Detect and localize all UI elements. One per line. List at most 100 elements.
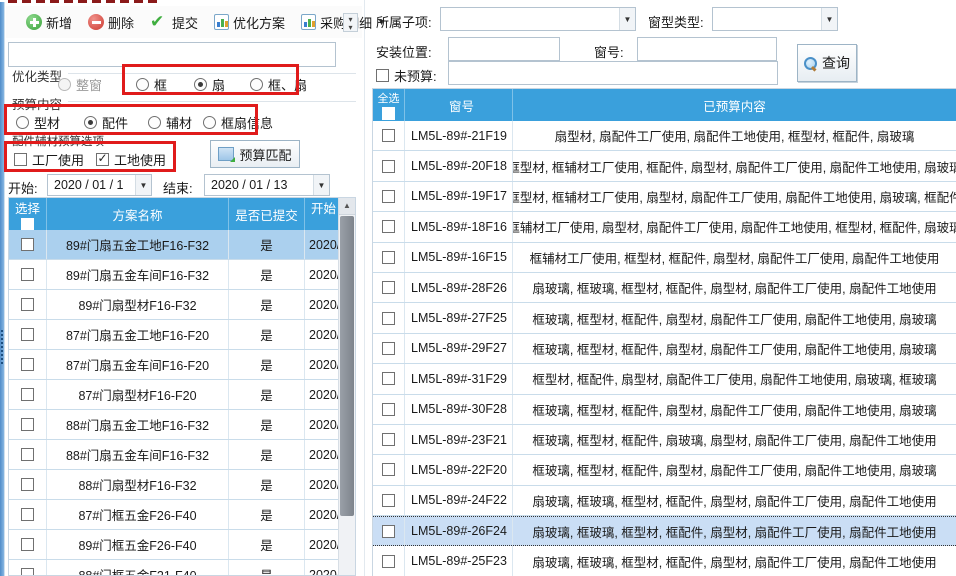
chevron-down-icon[interactable]: ▼ [313, 175, 329, 195]
row-checkbox[interactable] [382, 312, 395, 325]
submit-button[interactable]: ✔ 提交 [144, 9, 204, 36]
toolbar-overflow-button[interactable]: ▾▾ [343, 13, 358, 32]
date-start-picker[interactable]: 2020 / 01 / 1 ▼ [47, 174, 152, 196]
window-table-row[interactable]: LM5L-89#-20F18 框型材, 框辅材工厂使用, 框配件, 扇型材, 扇… [373, 151, 956, 181]
window-table-row[interactable]: LM5L-89#-19F17 框型材, 框辅材工厂使用, 扇型材, 扇配件工厂使… [373, 182, 956, 212]
budgeted-content-cell: 框型材, 框配件, 扇型材, 扇配件工厂使用, 扇配件工地使用, 扇玻璃, 框玻… [513, 364, 956, 393]
row-checkbox[interactable] [21, 238, 34, 251]
row-checkbox[interactable] [382, 281, 395, 294]
no-budget-checkbox[interactable]: 未预算: [376, 66, 437, 85]
row-select-cell [9, 500, 47, 529]
row-select-cell [373, 517, 405, 545]
row-checkbox[interactable] [21, 538, 34, 551]
submit-button-label: 提交 [172, 13, 198, 32]
chevron-down-icon[interactable]: ▼ [135, 175, 151, 195]
plan-name-cell: 88#门扇五金工地F16-F32 [47, 410, 229, 439]
row-checkbox[interactable] [21, 418, 34, 431]
window-table-row[interactable]: LM5L-89#-29F27 框玻璃, 框型材, 框配件, 扇型材, 扇配件工厂… [373, 334, 956, 364]
scrollbar-thumb[interactable] [340, 216, 354, 516]
row-checkbox[interactable] [382, 463, 395, 476]
select-all-checkbox[interactable] [21, 218, 34, 230]
install-position-input[interactable] [448, 37, 560, 61]
window-table-row[interactable]: LM5L-89#-24F22 扇玻璃, 框玻璃, 框型材, 框配件, 扇型材, … [373, 486, 956, 516]
plan-table-row[interactable]: 87#门框五金F26-F40 是 2020/0 [9, 500, 338, 530]
window-table-row[interactable]: LM5L-89#-23F21 框玻璃, 框型材, 框配件, 扇玻璃, 扇型材, … [373, 425, 956, 455]
query-button[interactable]: 查询 [797, 44, 857, 82]
scrollbar-up-arrow[interactable]: ▲ [339, 198, 355, 215]
plan-table-row[interactable]: 89#门扇五金工地F16-F32 是 2020/0 [9, 230, 338, 260]
window-table-row[interactable]: LM5L-89#-30F28 框玻璃, 框型材, 框配件, 扇型材, 扇配件工厂… [373, 395, 956, 425]
select-all-checkbox[interactable] [382, 107, 395, 120]
row-checkbox[interactable] [382, 190, 395, 203]
row-checkbox[interactable] [382, 220, 395, 233]
plan-header-submitted[interactable]: 是否已提交 [229, 198, 305, 230]
window-header-no[interactable]: 窗号 [405, 89, 513, 121]
plan-table-row[interactable]: 87#门扇型材F16-F20 是 2020/0 [9, 380, 338, 410]
no-budget-input[interactable] [448, 61, 778, 85]
row-checkbox[interactable] [382, 342, 395, 355]
row-checkbox[interactable] [382, 129, 395, 142]
window-table-row[interactable]: LM5L-89#-26F24 扇玻璃, 框玻璃, 框型材, 框配件, 扇型材, … [373, 516, 956, 546]
clipped-window-title [8, 0, 158, 3]
row-checkbox[interactable] [21, 478, 34, 491]
plan-header-start[interactable]: 开始 [305, 198, 338, 230]
sub-item-select[interactable]: ▼ [440, 7, 636, 31]
delete-button[interactable]: 删除 [82, 9, 140, 36]
plan-table-row[interactable]: 88#门框五金F21-F40 是 2020/0 [9, 560, 338, 575]
row-checkbox[interactable] [21, 388, 34, 401]
window-table-row[interactable]: LM5L-89#-28F26 扇玻璃, 框玻璃, 框型材, 框配件, 扇型材, … [373, 273, 956, 303]
window-table-row[interactable]: LM5L-89#-31F29 框型材, 框配件, 扇型材, 扇配件工厂使用, 扇… [373, 364, 956, 394]
plan-table-row[interactable]: 89#门框五金F26-F40 是 2020/0 [9, 530, 338, 560]
plan-table-row[interactable]: 89#门扇型材F16-F32 是 2020/0 [9, 290, 338, 320]
optimize-plan-button[interactable]: 优化方案 [208, 9, 291, 36]
window-table-row[interactable]: LM5L-89#-27F25 框玻璃, 框型材, 框配件, 扇型材, 扇配件工厂… [373, 303, 956, 333]
row-checkbox[interactable] [382, 433, 395, 446]
plan-header-name[interactable]: 方案名称 [47, 198, 229, 230]
budget-match-button[interactable]: 预算匹配 [210, 140, 300, 168]
row-checkbox[interactable] [382, 372, 395, 385]
plan-table-row[interactable]: 89#门扇五金车间F16-F32 是 2020/0 [9, 260, 338, 290]
plan-submitted-cell: 是 [229, 260, 305, 289]
chevron-down-icon[interactable]: ▼ [619, 8, 635, 30]
plan-name-cell: 89#门扇五金工地F16-F32 [47, 230, 229, 259]
row-checkbox[interactable] [382, 525, 395, 538]
budget-match-label: 预算匹配 [239, 145, 291, 164]
window-header-content[interactable]: 已预算内容 [513, 89, 956, 121]
plan-table-row[interactable]: 87#门扇五金车间F16-F20 是 2020/0 [9, 350, 338, 380]
collapsed-side-splitter[interactable] [0, 2, 5, 576]
add-button[interactable]: 新增 [20, 9, 78, 36]
plan-table-row[interactable]: 88#门扇五金工地F16-F32 是 2020/0 [9, 410, 338, 440]
plan-table-row[interactable]: 88#门扇型材F16-F32 是 2020/0 [9, 470, 338, 500]
groupbox-line [68, 101, 356, 102]
window-table-row[interactable]: LM5L-89#-18F16 框辅材工厂使用, 扇型材, 扇配件工厂使用, 扇配… [373, 212, 956, 242]
row-checkbox[interactable] [21, 358, 34, 371]
row-checkbox[interactable] [21, 448, 34, 461]
window-table-row[interactable]: LM5L-89#-25F23 扇玻璃, 框玻璃, 框型材, 框配件, 扇型材, … [373, 546, 956, 576]
plan-table-row[interactable]: 88#门扇五金车间F16-F32 是 2020/0 [9, 440, 338, 470]
plan-table-scrollbar[interactable]: ▲ [338, 198, 355, 575]
row-select-cell [9, 380, 47, 409]
row-checkbox[interactable] [21, 328, 34, 341]
row-select-cell [373, 395, 405, 424]
window-no-cell: LM5L-89#-23F21 [405, 425, 513, 454]
row-checkbox[interactable] [382, 494, 395, 507]
window-table-row[interactable]: LM5L-89#-21F19 扇型材, 扇配件工厂使用, 扇配件工地使用, 框型… [373, 121, 956, 151]
date-end-picker[interactable]: 2020 / 01 / 13 ▼ [204, 174, 330, 196]
plan-table-row[interactable]: 87#门扇五金工地F16-F20 是 2020/0 [9, 320, 338, 350]
row-checkbox[interactable] [382, 160, 395, 173]
chevron-down-icon[interactable]: ▼ [821, 8, 837, 30]
row-checkbox[interactable] [21, 298, 34, 311]
window-table-row[interactable]: LM5L-89#-16F15 框辅材工厂使用, 框型材, 框配件, 扇型材, 扇… [373, 243, 956, 273]
row-checkbox[interactable] [21, 268, 34, 281]
window-no-input[interactable] [637, 37, 777, 61]
row-checkbox[interactable] [382, 555, 395, 568]
row-checkbox[interactable] [382, 251, 395, 264]
window-type-select[interactable]: ▼ [712, 7, 838, 31]
window-no-cell: LM5L-89#-27F25 [405, 303, 513, 332]
row-checkbox[interactable] [21, 508, 34, 521]
budgeted-content-header-label: 已预算内容 [703, 96, 766, 115]
row-checkbox[interactable] [382, 403, 395, 416]
window-table-row[interactable]: LM5L-89#-22F20 框玻璃, 框型材, 框配件, 扇型材, 扇配件工厂… [373, 455, 956, 485]
radio-whole-window[interactable]: 整窗 [58, 75, 102, 94]
row-checkbox[interactable] [21, 568, 34, 575]
